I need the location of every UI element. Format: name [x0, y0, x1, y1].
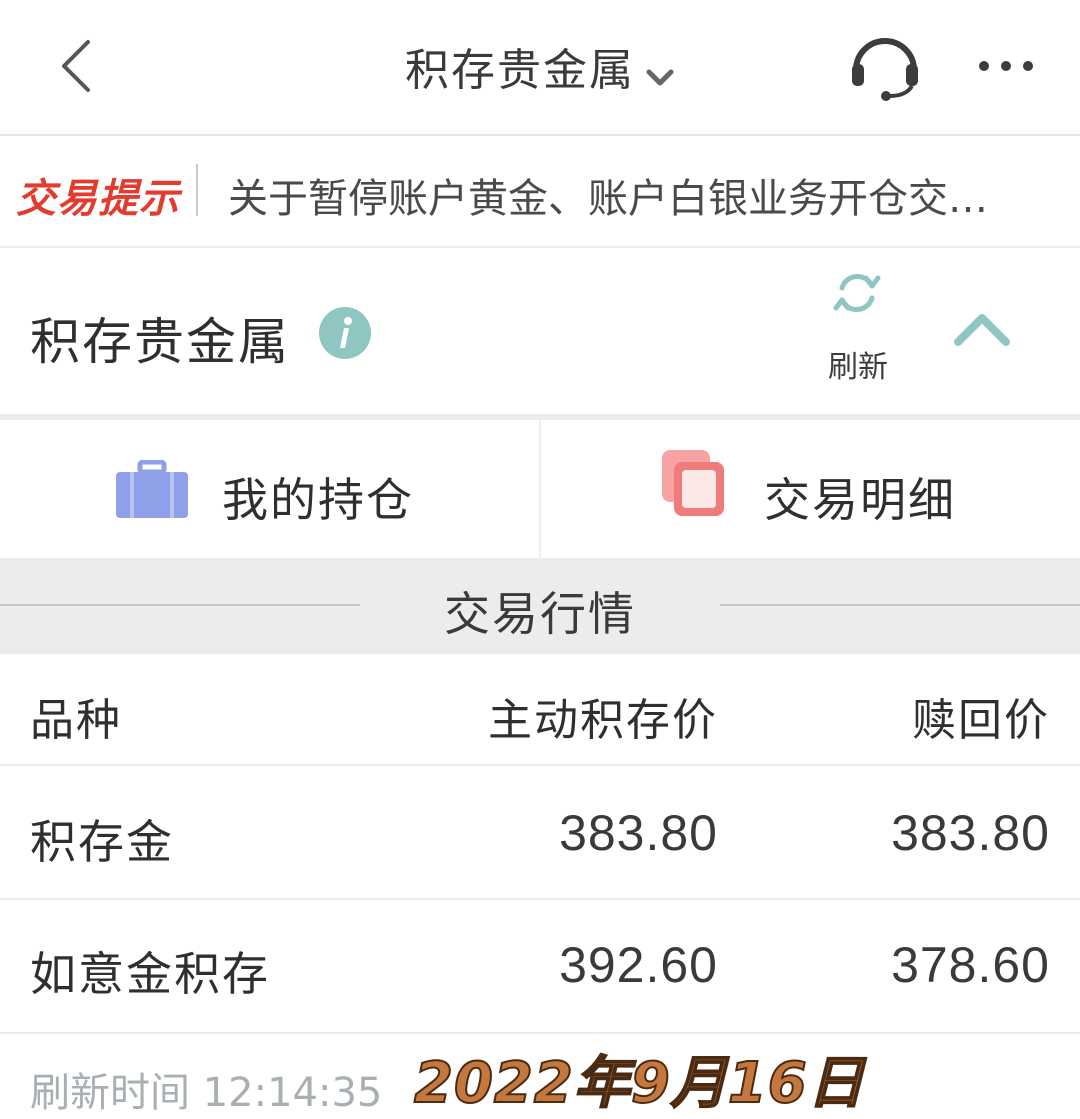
chevron-up-icon[interactable] [952, 310, 1012, 350]
chevron-down-icon [645, 48, 675, 99]
transaction-detail-button[interactable]: 交易明细 [764, 464, 956, 530]
market-label: 交易行情 [444, 587, 636, 641]
refresh-time: 刷新时间 12:14:35 [30, 1070, 383, 1116]
headset-icon[interactable] [846, 30, 924, 102]
column-header-buy-price: 主动积存价 [488, 695, 718, 746]
notice-tag: 交易提示 [16, 176, 180, 222]
refresh-icon[interactable] [832, 268, 882, 318]
info-icon[interactable] [318, 306, 372, 360]
divider-right [720, 604, 1080, 606]
transaction-detail-icon[interactable] [660, 448, 726, 518]
section-title: 积存贵金属 [30, 313, 290, 371]
my-holdings-button[interactable]: 我的持仓 [222, 464, 414, 530]
notice-divider [196, 164, 198, 216]
column-header-variety: 品种 [30, 695, 122, 746]
more-options-icon[interactable] [974, 48, 1038, 84]
row-variety: 如意金积存 [30, 947, 270, 1001]
notice-text[interactable]: 关于暂停账户黄金、账户白银业务开仓交… [228, 166, 1068, 224]
nav-title-dropdown[interactable]: 积存贵金属 [340, 34, 740, 99]
row-buy-price: 392.60 [559, 937, 718, 993]
column-header-redeem-price: 赎回价 [912, 695, 1050, 746]
row-redeem-price: 378.60 [891, 937, 1050, 993]
row-redeem-price: 383.80 [891, 805, 1050, 861]
row-variety: 积存金 [30, 815, 174, 869]
back-arrow-icon[interactable] [52, 36, 100, 96]
nav-title: 积存贵金属 [405, 45, 635, 96]
date-stamp: 2022年9月16日 [413, 1050, 865, 1117]
briefcase-icon[interactable] [116, 459, 188, 518]
actions-divider [539, 420, 541, 558]
refresh-button[interactable]: 刷新 [820, 342, 896, 386]
divider-left [0, 604, 360, 606]
row-buy-price: 383.80 [559, 805, 718, 861]
